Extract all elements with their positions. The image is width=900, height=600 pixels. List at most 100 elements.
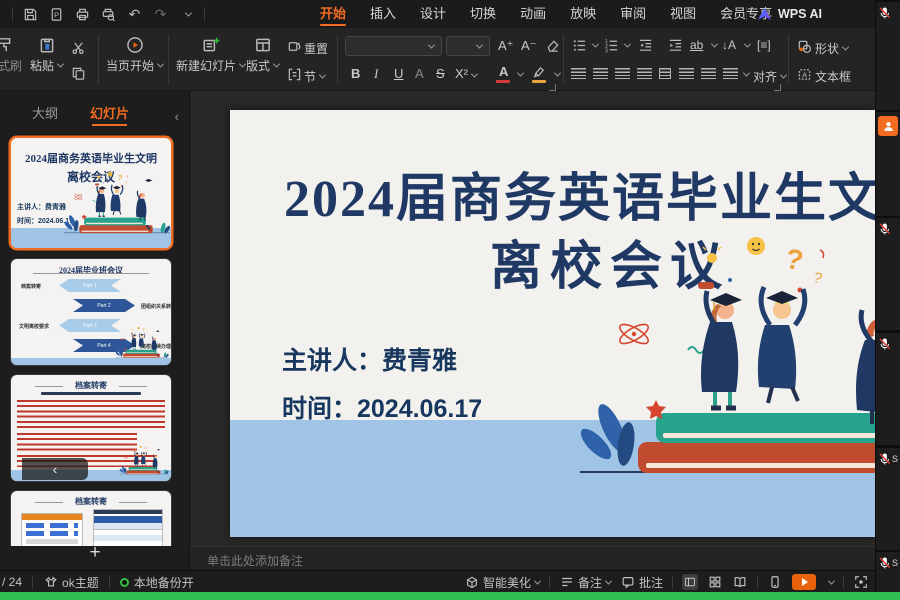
slide-title-line1[interactable]: 2024届商务英语毕业生文明 xyxy=(230,156,875,231)
layout-button[interactable]: 版式 xyxy=(246,36,279,74)
copy-icon[interactable] xyxy=(70,65,87,82)
normal-view-button[interactable] xyxy=(682,574,698,590)
comments-button[interactable]: 批注 xyxy=(620,574,663,591)
numbered-list-icon[interactable]: 123 xyxy=(603,37,620,54)
slide-thumbnail-4[interactable]: 档案转寄 xyxy=(11,491,171,546)
text-direction-dropdown[interactable] xyxy=(744,41,751,48)
redo-icon[interactable]: ↷ xyxy=(152,6,169,23)
print-preview-icon[interactable] xyxy=(100,6,117,23)
bullet-list-dropdown[interactable] xyxy=(592,41,599,48)
cut-icon[interactable] xyxy=(70,39,87,56)
customize-toolbar-icon[interactable] xyxy=(178,6,195,23)
section-icon[interactable] xyxy=(286,66,303,83)
slideshow-play-dropdown[interactable] xyxy=(828,577,835,584)
meeting-participant-strip: S S xyxy=(875,0,900,592)
highlight-dropdown[interactable] xyxy=(554,70,561,77)
textbox-icon[interactable]: A xyxy=(796,66,813,83)
tab-slides[interactable]: 幻灯片 xyxy=(90,99,129,129)
svg-text:3: 3 xyxy=(605,49,608,53)
text-spacing-button[interactable]: [≡] xyxy=(757,38,771,52)
line-spacing-increase-icon[interactable] xyxy=(679,68,694,79)
textbox-label[interactable]: 文本框 xyxy=(815,68,851,85)
participant-tile[interactable]: S xyxy=(876,552,900,592)
font-color-dropdown[interactable] xyxy=(517,70,524,77)
change-case-dropdown[interactable] xyxy=(711,41,718,48)
tab-animation[interactable]: 动画 xyxy=(508,0,558,28)
play-from-current-button[interactable]: 当页开始 xyxy=(106,36,163,74)
shapes-label[interactable]: 形状 xyxy=(815,40,848,57)
font-size-select[interactable] xyxy=(446,36,490,56)
tab-transition[interactable]: 切换 xyxy=(458,0,508,28)
tab-design[interactable]: 设计 xyxy=(408,0,458,28)
tab-view[interactable]: 视图 xyxy=(658,0,708,28)
decrease-indent-icon[interactable] xyxy=(637,37,654,54)
highlight-icon[interactable] xyxy=(531,64,548,81)
line-spacing-decrease-icon[interactable] xyxy=(701,68,716,79)
local-backup-toggle[interactable]: 本地备份开 xyxy=(120,574,194,591)
tab-review[interactable]: 审阅 xyxy=(608,0,658,28)
wps-ai-button[interactable]: WPS AI xyxy=(746,0,822,28)
underline-button[interactable]: U xyxy=(394,66,403,81)
participant-tile[interactable]: S xyxy=(876,448,900,550)
change-case-button[interactable]: ab xyxy=(690,38,703,52)
decrease-font-button[interactable]: A⁻ xyxy=(521,38,537,54)
mic-muted-icon: S xyxy=(879,557,898,569)
participant-tile[interactable] xyxy=(876,218,900,330)
undo-icon[interactable]: ↶ xyxy=(126,6,143,23)
font-color-button[interactable]: A xyxy=(499,64,508,79)
notes-button[interactable]: 备注 xyxy=(559,574,611,591)
clear-format-icon[interactable] xyxy=(544,37,561,54)
add-slide-button[interactable]: + xyxy=(0,542,190,566)
increase-font-button[interactable]: A⁺ xyxy=(498,38,514,54)
align-objects-button[interactable]: 对齐 xyxy=(753,68,786,85)
focus-mode-button[interactable] xyxy=(853,574,869,590)
participant-tile[interactable] xyxy=(876,333,900,445)
text-direction-button[interactable]: ↓A xyxy=(722,38,736,52)
slide-sorter-view-button[interactable] xyxy=(707,574,723,590)
slideshow-play-button[interactable] xyxy=(792,574,816,590)
collapse-overlay[interactable]: ‹ xyxy=(22,458,88,480)
new-slide-button[interactable]: 新建幻灯片 xyxy=(176,36,245,74)
char-effect-button[interactable]: A xyxy=(415,66,424,81)
export-pdf-icon[interactable]: P xyxy=(48,6,65,23)
bold-button[interactable]: B xyxy=(351,66,360,81)
section-label[interactable]: 节 xyxy=(304,68,325,85)
numbered-list-dropdown[interactable] xyxy=(624,41,631,48)
slide-editor[interactable]: 2024届商务英语毕业生文明 离校会议 主讲人：费青雅 时间：2024.06.1… xyxy=(230,110,875,537)
reset-icon[interactable] xyxy=(286,38,303,55)
tab-slideshow[interactable]: 放映 xyxy=(558,0,608,28)
save-icon[interactable] xyxy=(22,6,39,23)
tab-outline[interactable]: 大纲 xyxy=(32,99,58,129)
paste-button[interactable]: 粘贴 xyxy=(30,36,63,74)
italic-button[interactable]: I xyxy=(374,66,378,82)
theme-button[interactable]: ok主题 xyxy=(43,574,99,591)
reset-label[interactable]: 重置 xyxy=(304,40,328,57)
strikethrough-button[interactable]: S xyxy=(436,66,445,81)
participant-tile[interactable] xyxy=(876,112,900,216)
tab-insert[interactable]: 插入 xyxy=(358,0,408,28)
increase-indent-icon[interactable] xyxy=(667,37,684,54)
line-spacing-dropdown[interactable] xyxy=(743,70,750,77)
slide-thumbnail-1[interactable]: 2024届商务英语毕业生文明 离校会议 主讲人：费青雅 时间：2024.06.1… xyxy=(11,138,171,248)
notes-bar[interactable]: 单击此处添加备注 xyxy=(191,546,875,570)
smart-beautify-button[interactable]: 智能美化 xyxy=(464,574,540,591)
format-painter-button[interactable]: 格式刷 xyxy=(0,36,22,74)
align-right-icon[interactable] xyxy=(615,68,630,79)
align-justify-icon[interactable] xyxy=(637,68,652,79)
phone-sync-button[interactable] xyxy=(767,574,783,590)
shapes-icon[interactable] xyxy=(796,38,813,55)
bullet-list-icon[interactable] xyxy=(571,37,588,54)
tab-home[interactable]: 开始 xyxy=(308,0,358,28)
distribute-icon[interactable] xyxy=(659,68,671,79)
slide-thumbnail-2[interactable]: 2024届毕业班会议 档案转寄 Part 1 Part 2 团组织关系转接 文明… xyxy=(11,259,171,365)
superscript-button[interactable]: X² xyxy=(455,66,477,81)
print-icon[interactable] xyxy=(74,6,91,23)
line-spacing-icon[interactable] xyxy=(723,68,738,79)
align-left-icon[interactable] xyxy=(571,68,586,79)
align-center-icon[interactable] xyxy=(593,68,608,79)
participant-tile[interactable] xyxy=(876,2,900,110)
font-family-select[interactable] xyxy=(345,36,442,56)
reading-view-button[interactable] xyxy=(732,574,748,590)
slide-presenter[interactable]: 主讲人：费青雅 xyxy=(282,341,457,377)
panel-collapse-icon[interactable]: ‹ xyxy=(175,109,179,124)
